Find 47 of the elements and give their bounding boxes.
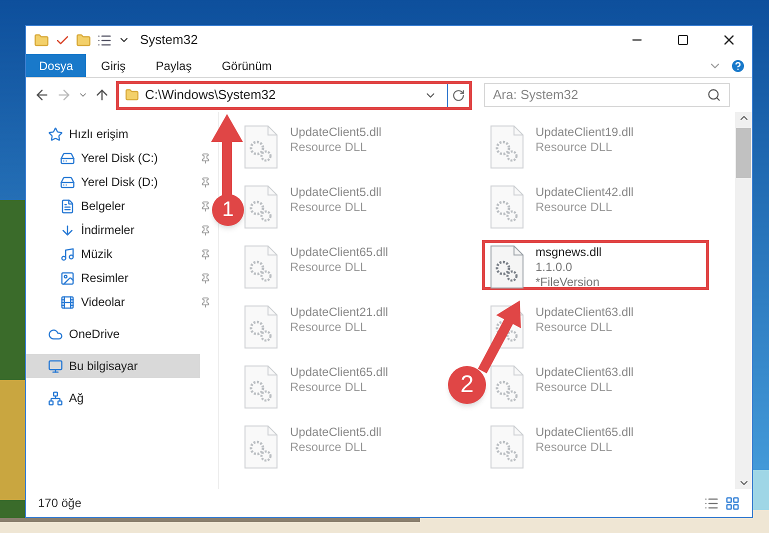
file-detail: Resource DLL (536, 320, 614, 335)
file-name: UpdateClient21.dll (290, 305, 388, 320)
file-detail: Resource DLL (536, 140, 614, 155)
window-title: System32 (140, 31, 198, 50)
file-detail: Resource DLL (290, 380, 368, 395)
address-bar[interactable]: C:\Windows\System32 (116, 80, 472, 110)
file-name: UpdateClient63.dll (536, 365, 634, 380)
file-detail: Resource DLL (290, 440, 368, 455)
ribbon-tab[interactable]: Giriş (86, 54, 141, 77)
file-detail: *FileVersion (536, 275, 601, 290)
file-name: UpdateClient5.dll (290, 425, 382, 440)
sidebar-item[interactable]: Yerel Disk (C:) (26, 146, 200, 170)
file-name: UpdateClient63.dll (536, 305, 634, 320)
ribbon-tab[interactable]: Dosya (26, 54, 86, 77)
file-detail: Resource DLL (290, 320, 368, 335)
sidebar-item[interactable]: Yerel Disk (D:) (26, 170, 200, 194)
file-detail: Resource DLL (536, 380, 614, 395)
file-detail: Resource DLL (290, 140, 368, 155)
sidebar-item[interactable]: Ağ (26, 386, 200, 410)
sidebar-item[interactable]: İndirmeler (26, 218, 200, 242)
sidebar-item[interactable]: Hızlı erişim (26, 122, 200, 146)
sidebar-item[interactable]: Müzik (26, 242, 200, 266)
file-name: UpdateClient65.dll (290, 365, 388, 380)
file-detail: Resource DLL (536, 440, 614, 455)
file-detail: Resource DLL (290, 260, 368, 275)
sidebar-item[interactable]: Bu bilgisayar (26, 354, 200, 378)
ribbon-tab[interactable]: Görünüm (206, 54, 287, 77)
ribbon-tab[interactable]: Paylaş (140, 54, 207, 77)
file-name: UpdateClient5.dll (290, 125, 382, 140)
search-field[interactable]: Ara: System32 (484, 83, 730, 107)
file-name: UpdateClient5.dll (290, 185, 382, 200)
sidebar-item[interactable]: Belgeler (26, 194, 200, 218)
address-path: C:\Windows\System32 (145, 86, 276, 104)
file-detail: Resource DLL (536, 200, 614, 215)
file-name: UpdateClient42.dll (536, 185, 634, 200)
file-detail: 1.1.0.0 (536, 260, 574, 275)
file-name: UpdateClient65.dll (536, 425, 634, 440)
search-input[interactable]: Ara: System32 (493, 85, 707, 105)
file-name: UpdateClient19.dll (536, 125, 634, 140)
sidebar-item[interactable]: Resimler (26, 266, 200, 290)
file-name: UpdateClient65.dll (290, 245, 388, 260)
sidebar-item[interactable]: OneDrive (26, 322, 200, 346)
item-count: 170 öğe (38, 495, 82, 512)
file-name: msgnews.dll (536, 245, 602, 260)
file-detail: Resource DLL (290, 200, 368, 215)
sidebar-item[interactable]: Videolar (26, 290, 200, 314)
file-item[interactable]: msgnews.dll 1.1.0.0 *FileVersion (482, 240, 708, 290)
